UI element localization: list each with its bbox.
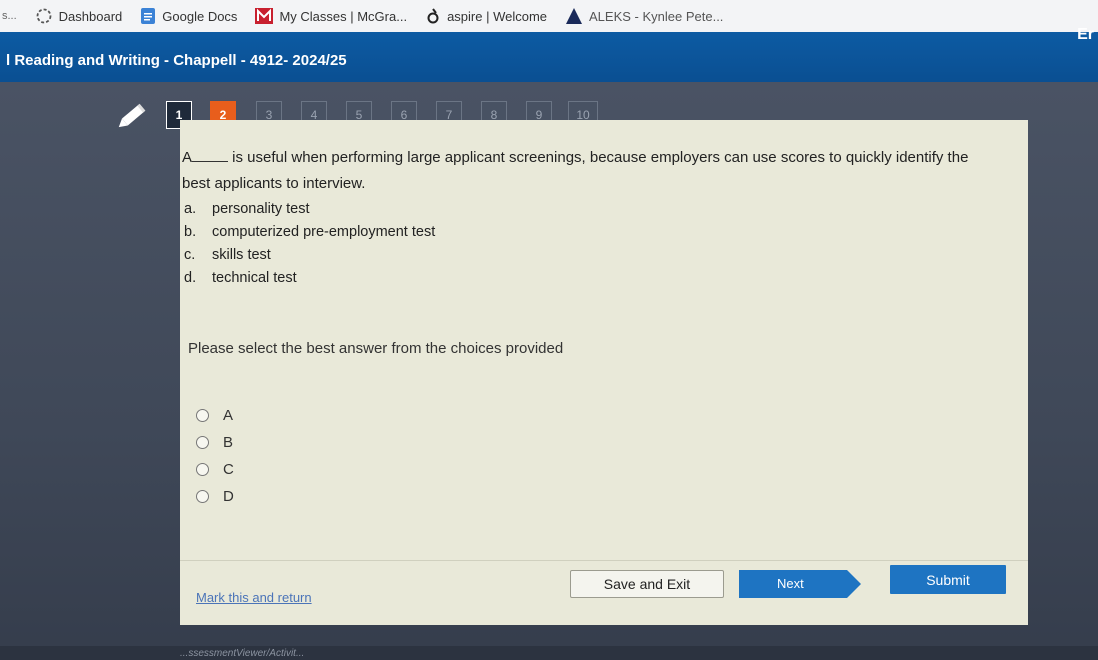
mark-and-return-link[interactable]: Mark this and return [196, 590, 312, 605]
bookmark-label: s... [2, 10, 17, 22]
question-panel: A is useful when performing large applic… [180, 120, 1028, 625]
radio-option-a[interactable]: A [196, 402, 234, 429]
bookmark-label: ALEKS - Kynlee Pete... [589, 8, 724, 24]
next-button[interactable]: Next [739, 570, 861, 598]
save-and-exit-button[interactable]: Save and Exit [570, 570, 724, 598]
bookmark-label: Dashboard [58, 8, 123, 24]
radio-button[interactable] [196, 463, 209, 476]
radio-button[interactable] [196, 409, 209, 422]
header-right-label: Er [1077, 26, 1094, 43]
dashboard-icon [35, 7, 53, 25]
google-docs-icon [140, 7, 156, 25]
bookmark-dashboard[interactable]: Dashboard [35, 7, 123, 25]
aspire-icon [425, 7, 441, 25]
radio-option-c[interactable]: C [196, 456, 234, 483]
answer-blank [192, 160, 229, 162]
question-text-line2: best applicants to interview. [182, 175, 366, 192]
status-url-text: ...ssessmentViewer/Activit... [180, 648, 305, 659]
bookmark-label: Google Docs [162, 8, 238, 24]
choices-list: a. personality test b. computerized pre-em… [184, 198, 435, 290]
radio-button[interactable] [196, 490, 209, 503]
bookmark-aspire[interactable]: aspire | Welcome [425, 7, 547, 25]
choice-item: a. personality test [184, 201, 310, 217]
radio-option-b[interactable]: B [196, 429, 234, 456]
bookmark-aleks[interactable]: ALEKS - Kynlee Pete... [565, 7, 723, 25]
choice-item: d. technical test [184, 270, 297, 286]
choice-item: b. computerized pre-employment test [184, 224, 436, 240]
bookmark-truncated[interactable]: s... [0, 10, 17, 22]
course-title: l Reading and Writing - Chappell - 4912-… [6, 52, 347, 69]
pencil-icon[interactable] [112, 98, 152, 138]
bookmark-google-docs[interactable]: Google Docs [140, 7, 237, 25]
bookmark-my-classes[interactable]: My Classes | McGra... [255, 7, 407, 25]
instruction-prompt: Please select the best answer from the c… [188, 340, 564, 357]
choice-item: c. skills test [184, 247, 271, 263]
answer-options: A B C D [196, 402, 234, 510]
radio-option-d[interactable]: D [196, 483, 234, 510]
bookmark-label: My Classes | McGra... [279, 8, 408, 24]
course-header: l Reading and Writing - Chappell - 4912-… [0, 26, 1098, 82]
radio-button[interactable] [196, 436, 209, 449]
next-button-label: Next [777, 576, 804, 591]
mcgraw-hill-icon [255, 7, 274, 25]
bottom-strip [0, 646, 1098, 660]
bookmarks-bar: s... Dashboard Google Docs My Classes | … [0, 0, 1098, 32]
question-stem: A is useful when performing large applic… [182, 138, 1022, 178]
question-prefix: A [182, 149, 193, 166]
bookmark-label: aspire | Welcome [447, 8, 548, 24]
question-text: is useful when performing large applican… [228, 149, 969, 166]
submit-button[interactable]: Submit [890, 565, 1006, 594]
aleks-icon [565, 7, 583, 25]
footer-divider [180, 560, 1028, 561]
